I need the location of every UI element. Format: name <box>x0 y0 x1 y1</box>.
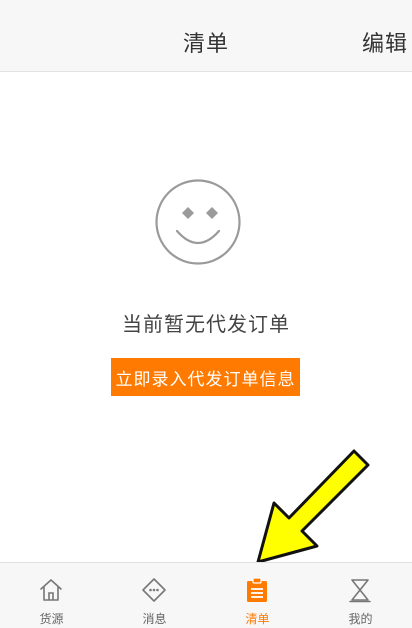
tab-qingdan[interactable]: 清单 <box>206 563 309 628</box>
tab-label: 清单 <box>245 612 270 626</box>
tab-huoyuan[interactable]: 货源 <box>0 563 103 628</box>
tab-wode[interactable]: 我的 <box>309 563 412 628</box>
smiley-face-icon <box>155 179 241 265</box>
top-nav-bar: 清单 编辑 <box>0 0 412 72</box>
tab-label: 消息 <box>142 612 167 626</box>
clipboard-list-icon <box>244 577 270 603</box>
home-icon <box>38 577 64 603</box>
hourglass-icon <box>347 577 373 603</box>
page-title: 清单 <box>182 32 229 57</box>
empty-state-message: 当前暂无代发订单 <box>122 312 290 336</box>
bottom-tab-bar: 货源 消息 清单 我的 <box>0 562 412 628</box>
tab-xiaoxi[interactable]: 消息 <box>103 563 206 628</box>
edit-button[interactable]: 编辑 <box>362 26 408 58</box>
tab-label: 我的 <box>348 612 373 626</box>
enter-dropship-order-button[interactable]: 立即录入代发订单信息 <box>111 358 300 396</box>
annotation-arrow-icon <box>250 445 375 570</box>
tab-label: 货源 <box>39 612 64 626</box>
message-icon <box>141 577 167 603</box>
